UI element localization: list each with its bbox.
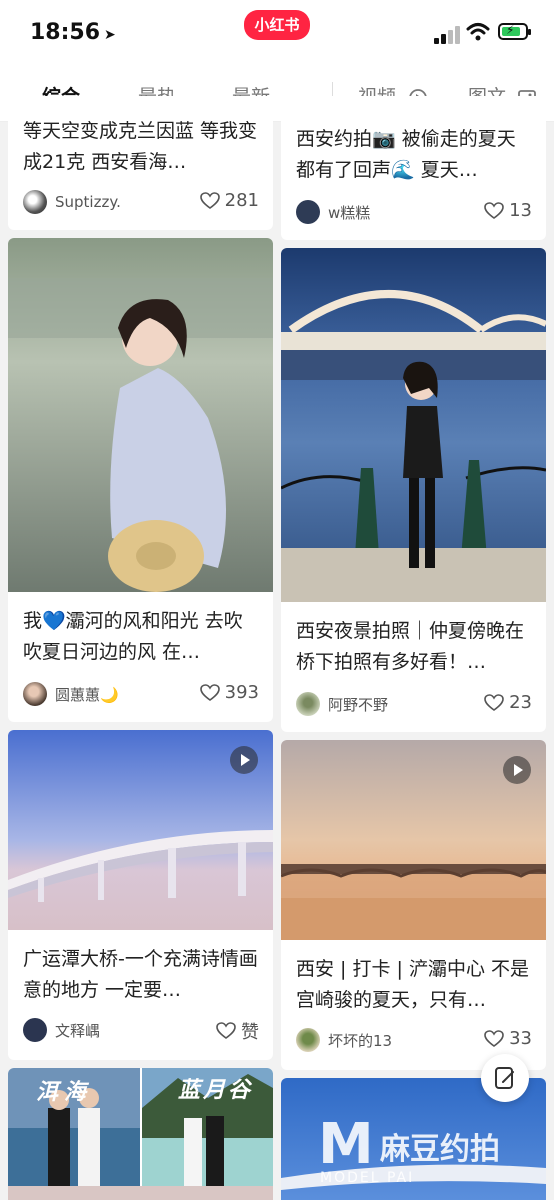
note-cover-image [281, 248, 546, 602]
note-author[interactable]: 阿野不野 [296, 692, 388, 716]
author-name: 圆蕙蕙🌙 [55, 685, 119, 704]
author-name: Suptizzy. [55, 193, 121, 211]
like-count: 393 [224, 682, 259, 703]
heart-icon [484, 1029, 504, 1047]
note-card[interactable]: 洱海 蓝月谷 [8, 1068, 273, 1200]
note-card[interactable]: 西安约拍📷 被偷走的夏天都有了回声🌊 夏天… w糕糕 13 [281, 96, 546, 240]
author-name: 阿野不野 [328, 695, 389, 714]
edit-icon [495, 1067, 514, 1089]
note-title: 广运潭大桥-一个充满诗情画意的地方 一定要… [23, 948, 258, 1001]
note-author[interactable]: w糕糕 [296, 200, 370, 224]
heart-icon [199, 683, 220, 701]
avatar [296, 1028, 320, 1052]
heart-icon [484, 201, 504, 219]
video-play-icon [503, 756, 531, 784]
collage-caption-lanyuegu: 蓝月谷 [178, 1078, 254, 1103]
author-name: 文释嵎 [55, 1021, 101, 1040]
like-count: 33 [509, 1028, 532, 1049]
note-title: 西安夜景拍照｜仲夏傍晚在桥下拍照有多好看！… [296, 620, 525, 673]
create-note-button[interactable] [481, 1054, 529, 1102]
watermark-logo: M [318, 1112, 374, 1177]
note-card[interactable]: 我💙灞河的风和阳光 去吹吹夏日河边的风 在… 圆蕙蕙🌙 393 [8, 238, 273, 722]
like-count: 281 [224, 190, 259, 211]
avatar [23, 190, 47, 214]
note-author[interactable]: 坏坏的13 [296, 1028, 392, 1052]
like-button[interactable]: 13 [484, 200, 532, 221]
note-card[interactable]: 西安夜景拍照｜仲夏傍晚在桥下拍照有多好看！… 阿野不野 23 [281, 248, 546, 732]
note-card[interactable]: 等天空变成克兰因蓝 等我变成21克 西安看海… Suptizzy. 281 [8, 96, 273, 230]
note-author[interactable]: Suptizzy. [23, 190, 121, 214]
like-button[interactable]: 赞 [216, 1018, 259, 1044]
note-author[interactable]: 文释嵎 [23, 1018, 100, 1042]
status-time: 18:56 ➤ [30, 20, 116, 45]
battery-icon: ⚡ [498, 23, 531, 40]
avatar [296, 692, 320, 716]
watermark-text: 麻豆约拍 [380, 1132, 500, 1167]
video-play-icon [230, 746, 258, 774]
note-cover-image [8, 238, 273, 592]
like-button[interactable]: 33 [484, 1028, 532, 1049]
note-title: 西安约拍📷 被偷走的夏天都有了回声🌊 夏天… [296, 128, 516, 181]
author-name: 坏坏的13 [328, 1031, 393, 1050]
like-count: 赞 [241, 1022, 259, 1043]
like-count: 13 [509, 200, 532, 221]
note-title: 等天空变成克兰因蓝 等我变成21克 西安看海… [23, 120, 258, 173]
avatar [23, 1018, 47, 1042]
status-bar: 18:56 ➤ 小红书 ⚡ [0, 0, 554, 68]
like-button[interactable]: 23 [484, 692, 532, 713]
note-card[interactable]: 广运潭大桥-一个充满诗情画意的地方 一定要… 文释嵎 赞 [8, 730, 273, 1060]
avatar [296, 200, 320, 224]
note-card[interactable]: 西安 | 打卡 | 浐灞中心 不是宫崎骏的夏天，只有… 坏坏的13 33 [281, 740, 546, 1070]
avatar [23, 682, 47, 706]
like-count: 23 [509, 692, 532, 713]
like-button[interactable]: 281 [199, 190, 259, 211]
wifi-icon [466, 23, 490, 41]
author-name: w糕糕 [328, 203, 371, 222]
note-title: 我💙灞河的风和阳光 去吹吹夏日河边的风 在… [23, 610, 243, 663]
note-title: 西安 | 打卡 | 浐灞中心 不是宫崎骏的夏天，只有… [296, 958, 530, 1011]
collage-caption-erhai: 洱海 [36, 1080, 93, 1105]
watermark-subtext: MODEL PAI [320, 1170, 415, 1186]
app-logo: 小红书 [244, 10, 310, 40]
like-button[interactable]: 393 [199, 682, 259, 703]
heart-icon [199, 191, 220, 209]
signal-icon [434, 26, 460, 44]
heart-icon [216, 1022, 236, 1039]
location-arrow-icon: ➤ [104, 27, 116, 43]
note-author[interactable]: 圆蕙蕙🌙 [23, 682, 119, 706]
heart-icon [484, 693, 504, 711]
